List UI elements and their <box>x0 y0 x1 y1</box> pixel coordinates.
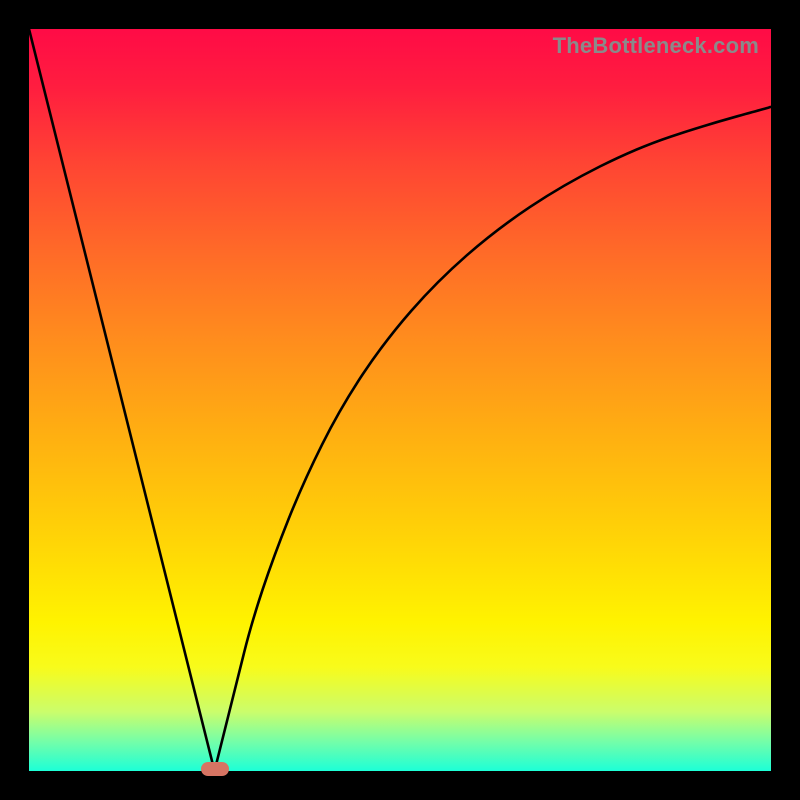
chart-plot-area: TheBottleneck.com <box>29 29 771 771</box>
minimum-marker <box>201 762 229 776</box>
curve-right-segment <box>215 107 772 771</box>
bottleneck-curve <box>29 29 771 771</box>
curve-left-segment <box>29 29 215 771</box>
